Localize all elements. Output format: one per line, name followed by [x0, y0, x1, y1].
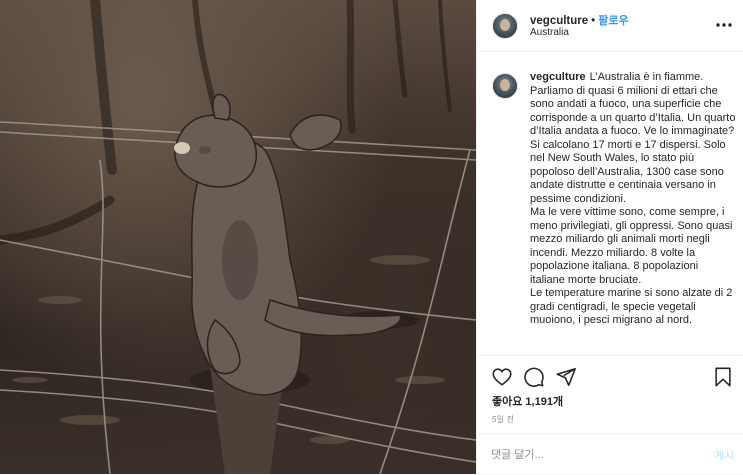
comment-bubble-icon[interactable]: [523, 366, 545, 388]
separator-dot: •: [591, 15, 596, 27]
caption-paragraph: Si calcolano 17 morti e 17 dispersi. Sol…: [530, 138, 726, 205]
header-user-line: vegculture • 팔로우: [530, 12, 629, 28]
more-horizontal-icon[interactable]: [714, 15, 734, 35]
post-timestamp[interactable]: 5일 전: [492, 414, 514, 425]
instagram-post: vegculture • 팔로우 Australia vegculture L’Aus…: [0, 0, 743, 474]
post-side-panel: vegculture • 팔로우 Australia vegculture L’Aus…: [476, 0, 743, 474]
bookmark-icon[interactable]: [712, 366, 734, 388]
location-link[interactable]: Australia: [530, 27, 569, 38]
add-comment-section: 게시: [477, 433, 743, 475]
caption-paragraph: vegculture L’Australia è in fiamme. Parli…: [530, 71, 736, 139]
likes-count[interactable]: 좋아요 1,191개: [492, 393, 563, 409]
caption-avatar[interactable]: [492, 73, 518, 99]
post-actions: 좋아요 1,191개 5일 전 게시: [477, 355, 743, 474]
post-header: vegculture • 팔로우 Australia: [477, 0, 743, 52]
avatar[interactable]: [492, 13, 518, 39]
post-caption: vegculture L’Australia è in fiamme. Parli…: [530, 71, 736, 328]
comments-area[interactable]: vegculture L’Australia è in fiamme. Parli…: [477, 53, 743, 355]
post-photo[interactable]: [0, 0, 476, 474]
post-comment-button[interactable]: 게시: [715, 448, 734, 463]
share-plane-icon[interactable]: [555, 366, 577, 388]
caption-paragraph: Ma le vere vittime sono, come sempre, i …: [530, 206, 733, 286]
burned-kangaroo-photo: [0, 0, 476, 474]
follow-button[interactable]: 팔로우: [598, 15, 628, 27]
header-username[interactable]: vegculture: [530, 15, 588, 27]
comment-input[interactable]: [491, 446, 691, 464]
caption-username[interactable]: vegculture: [530, 71, 586, 83]
heart-icon[interactable]: [491, 366, 513, 388]
caption-paragraph: Le temperature marine si sono alzate di …: [530, 287, 733, 326]
